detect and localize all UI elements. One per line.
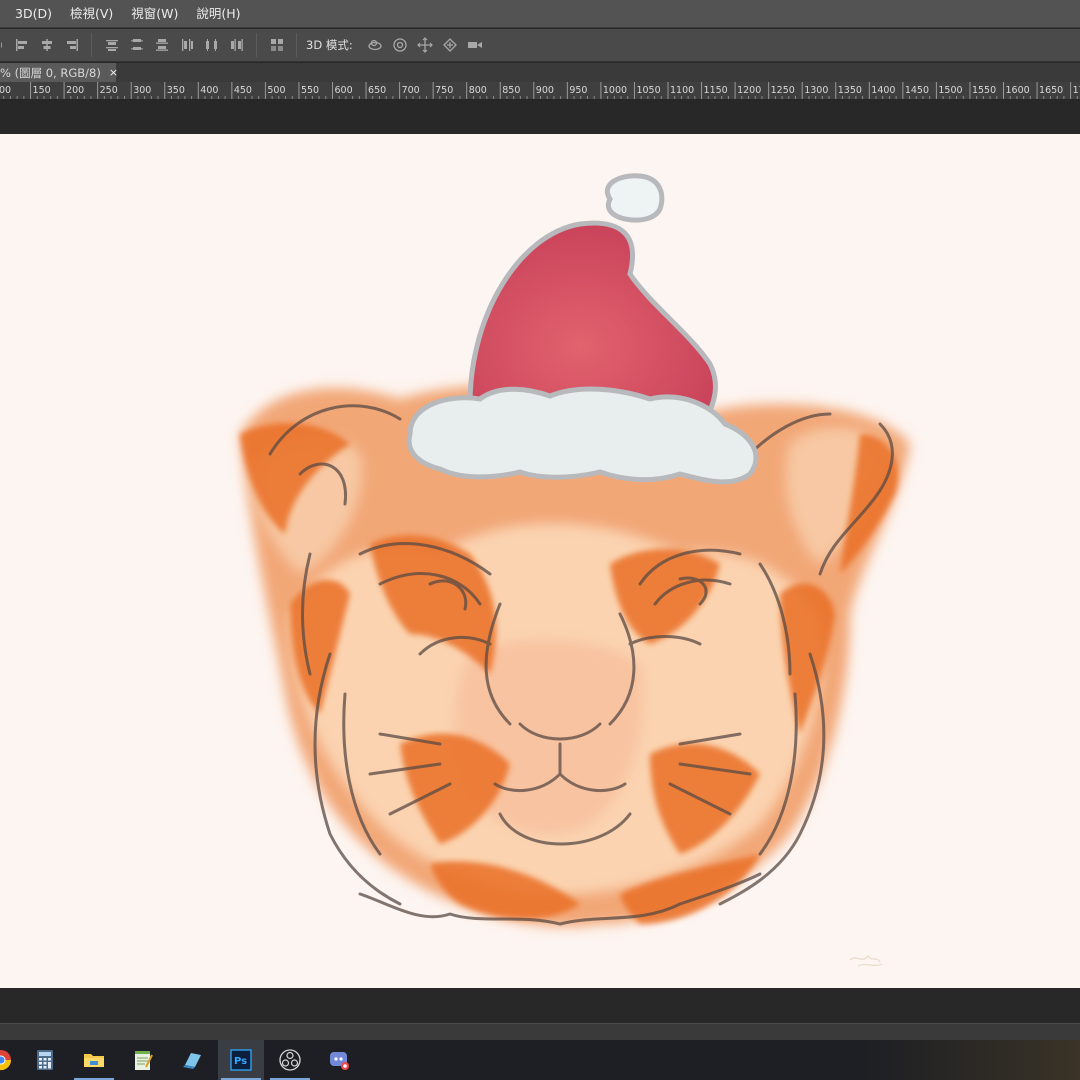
menu-help[interactable]: 說明(H): [187, 0, 249, 28]
taskbar-paint[interactable]: [169, 1040, 215, 1080]
distribute-bottom-icon[interactable]: [150, 33, 174, 57]
svg-text:Ps: Ps: [234, 1056, 247, 1067]
taskbar-file-explorer[interactable]: [71, 1040, 117, 1080]
distribute-horizontal-centers-icon[interactable]: [200, 33, 224, 57]
ruler-label: 1250: [771, 85, 795, 96]
align-top-edges-icon[interactable]: [10, 33, 34, 57]
3d-mode-label: 3D 模式:: [306, 38, 353, 52]
taskbar-photoshop[interactable]: Ps: [218, 1040, 264, 1080]
ruler-label: 400: [200, 85, 218, 96]
santa-hat: [406, 173, 759, 485]
ruler-label: 450: [234, 85, 252, 96]
taskbar-notepad[interactable]: [120, 1040, 166, 1080]
distribute-left-icon[interactable]: [175, 33, 199, 57]
ruler-label: 1300: [804, 85, 828, 96]
taskbar: Ps: [0, 1040, 1080, 1080]
ruler-label: 1700: [1073, 85, 1080, 96]
3d-roll-icon[interactable]: [388, 33, 412, 57]
ruler-label: 800: [469, 85, 487, 96]
tiger-artwork: [240, 173, 910, 967]
ruler-label: 1350: [838, 85, 862, 96]
ruler-label: 1150: [704, 85, 728, 96]
align-vertical-centers-icon[interactable]: [35, 33, 59, 57]
auto-align-layers-icon[interactable]: [265, 33, 289, 57]
distribute-top-icon[interactable]: [100, 33, 124, 57]
ruler-label: 1500: [938, 85, 962, 96]
separator: [256, 33, 257, 57]
ruler-label: 500: [267, 85, 285, 96]
calculator-icon: [37, 1050, 53, 1070]
menu-3d[interactable]: 3D(D): [6, 0, 61, 28]
discord-icon: [330, 1052, 349, 1070]
ruler-label: 750: [435, 85, 453, 96]
ruler-label: 1100: [670, 85, 694, 96]
canvas[interactable]: [0, 134, 1080, 988]
ruler-label: 00: [0, 85, 11, 96]
taskbar-discord[interactable]: [316, 1040, 362, 1080]
obs-icon: [279, 1049, 301, 1071]
menu-window[interactable]: 視窗(W): [122, 0, 187, 28]
file-explorer-icon: [84, 1054, 104, 1067]
paint-icon: [183, 1053, 201, 1069]
3d-orbit-icon[interactable]: [363, 33, 387, 57]
ruler-label: 900: [536, 85, 554, 96]
taskbar-chrome[interactable]: [0, 1040, 16, 1080]
ruler-label: 700: [402, 85, 420, 96]
menu-bar: 3D(D) 檢視(V) 視窗(W) 說明(H): [0, 0, 1080, 28]
ruler-label: 650: [368, 85, 386, 96]
3d-pan-icon[interactable]: [413, 33, 437, 57]
document-tab-title: % (圖層 0, RGB/8): [0, 65, 101, 80]
ruler-label: 1600: [1006, 85, 1030, 96]
ruler-label: 250: [100, 85, 118, 96]
ruler-label: 1450: [905, 85, 929, 96]
ruler-label: 550: [301, 85, 319, 96]
ruler-label: 1200: [737, 85, 761, 96]
ruler-label: 1000: [603, 85, 627, 96]
notepad-icon: [135, 1051, 153, 1070]
align-bottom-edges-icon[interactable]: [60, 33, 84, 57]
taskbar-obs[interactable]: [267, 1040, 313, 1080]
ruler-label: 350: [167, 85, 185, 96]
ruler-label: 1050: [636, 85, 660, 96]
ruler-label: 200: [66, 85, 84, 96]
signature: [849, 954, 883, 967]
ruler-label: 300: [133, 85, 151, 96]
close-icon[interactable]: ×: [109, 63, 118, 82]
ruler-label: 150: [33, 85, 51, 96]
photoshop-icon: Ps: [230, 1049, 252, 1071]
document-tab-bar: % (圖層 0, RGB/8) ×: [0, 63, 1080, 82]
status-bar: [0, 1023, 1080, 1040]
distribute-right-icon[interactable]: [225, 33, 249, 57]
ruler-label: 1550: [972, 85, 996, 96]
options-bar: 3D 模式:: [0, 29, 1080, 62]
document-window: [0, 101, 1080, 1023]
horizontal-ruler: 00 150 200 250 300 350 400 450 500 550 600 650 700 75…: [0, 82, 1080, 100]
ruler-label: 1400: [871, 85, 895, 96]
align-left-edges-icon[interactable]: [0, 33, 9, 57]
document-tab[interactable]: % (圖層 0, RGB/8) ×: [0, 63, 118, 82]
separator: [91, 33, 92, 57]
distribute-vertical-centers-icon[interactable]: [125, 33, 149, 57]
separator: [296, 33, 297, 57]
taskbar-calculator[interactable]: [22, 1040, 68, 1080]
ruler-label: 1650: [1039, 85, 1063, 96]
ruler-label: 950: [569, 85, 587, 96]
chrome-icon: [0, 1050, 12, 1071]
3d-slide-icon[interactable]: [438, 33, 462, 57]
ruler-label: 850: [502, 85, 520, 96]
3d-scale-icon[interactable]: [463, 33, 487, 57]
ruler-label: 600: [335, 85, 353, 96]
menu-view[interactable]: 檢視(V): [61, 0, 122, 28]
